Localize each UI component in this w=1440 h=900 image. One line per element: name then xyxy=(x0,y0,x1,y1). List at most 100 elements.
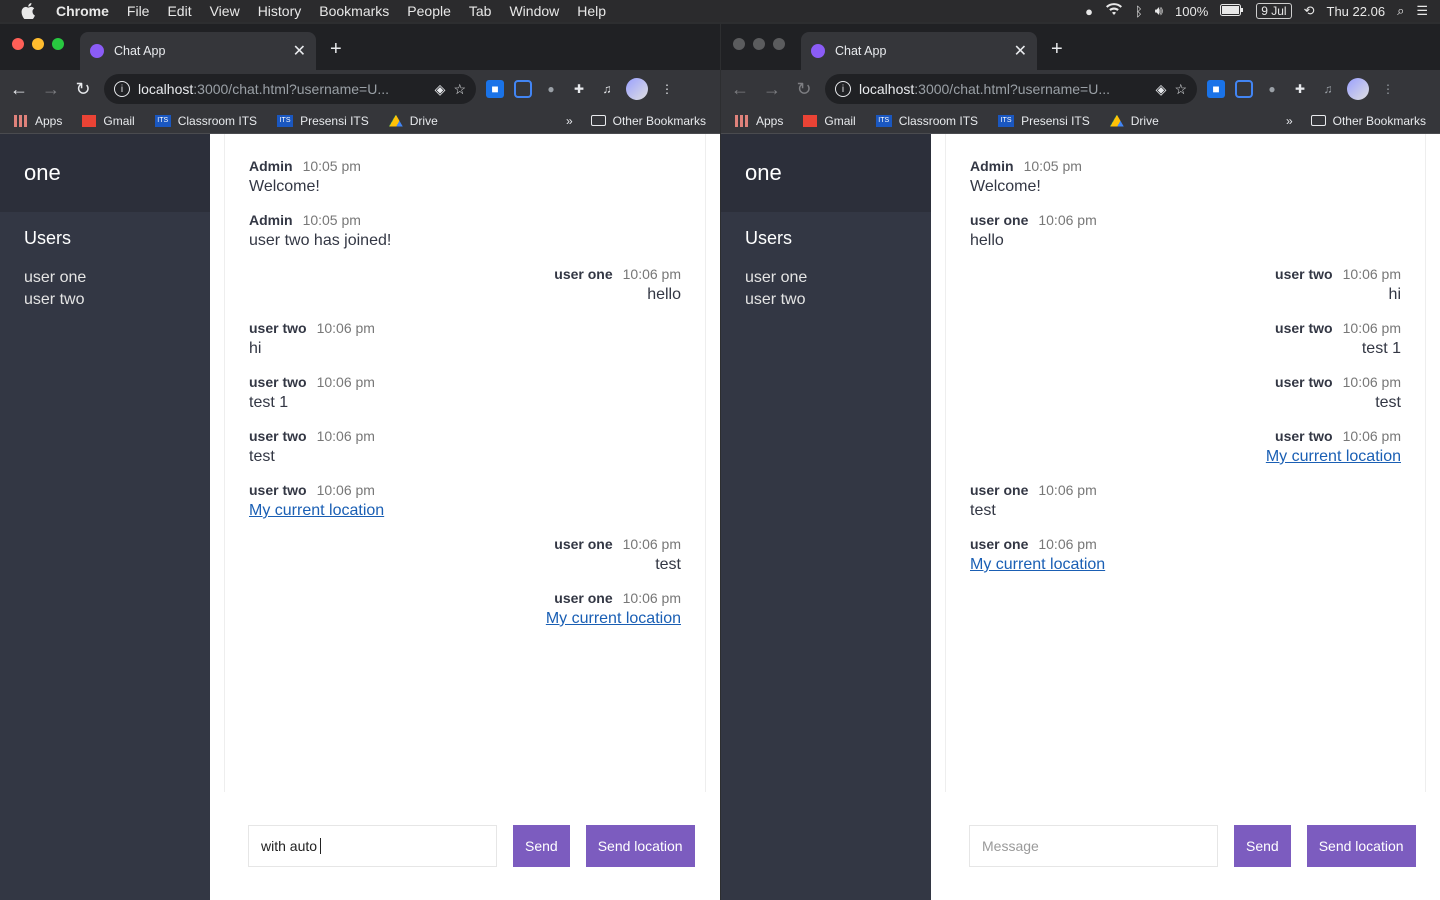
wifi-icon[interactable] xyxy=(1105,3,1123,19)
send-button[interactable]: Send xyxy=(513,825,570,867)
menu-history[interactable]: History xyxy=(249,3,311,19)
send-location-button[interactable]: Send location xyxy=(1306,825,1416,867)
forward-icon[interactable]: → xyxy=(40,79,62,100)
message-time: 10:05 pm xyxy=(302,212,361,228)
forward-icon[interactable]: → xyxy=(761,79,783,100)
location-link[interactable]: My current location xyxy=(1266,448,1401,465)
menu-people[interactable]: People xyxy=(398,3,460,19)
profile-avatar[interactable] xyxy=(626,78,648,100)
address-bar[interactable]: i localhost:3000/chat.html?username=U...… xyxy=(825,74,1197,104)
send-button[interactable]: Send xyxy=(1234,825,1291,867)
new-tab-icon[interactable]: + xyxy=(330,38,342,61)
date-badge[interactable]: 9 Jul xyxy=(1256,3,1292,19)
maximize-window-button[interactable] xyxy=(52,38,64,50)
menu-file[interactable]: File xyxy=(118,3,159,19)
record-icon[interactable]: ● xyxy=(1085,4,1093,19)
browser-toolbar: ← → ↻ i localhost:3000/chat.html?usernam… xyxy=(0,70,720,108)
messages-list[interactable]: Admin 10:05 pm Welcome! Admin 10:05 pm user t… xyxy=(224,134,706,792)
more-bookmarks-chevron-icon[interactable]: » xyxy=(1286,114,1293,128)
reload-icon[interactable]: ↻ xyxy=(72,79,94,100)
bookmark-other-folder[interactable]: Other Bookmarks xyxy=(590,114,706,128)
extensions-puzzle-icon[interactable]: ✚ xyxy=(1291,80,1309,98)
tab-close-icon[interactable]: ✕ xyxy=(1014,41,1027,61)
tab-close-icon[interactable]: ✕ xyxy=(293,41,306,61)
chrome-menu-icon[interactable]: ⋮ xyxy=(1379,80,1397,98)
spotlight-search-icon[interactable]: ⌕ xyxy=(1397,3,1404,19)
browser-tab[interactable]: Chat App ✕ xyxy=(801,32,1037,70)
message-author: user one xyxy=(970,212,1029,228)
volume-icon[interactable]: 🔊︎ xyxy=(1155,3,1163,19)
menu-app-name[interactable]: Chrome xyxy=(56,3,118,19)
minimize-window-button[interactable] xyxy=(32,38,44,50)
extension-icon[interactable]: ■ xyxy=(486,80,504,98)
location-link[interactable]: My current location xyxy=(546,610,681,627)
message-meta: user two 10:06 pm xyxy=(970,374,1401,390)
location-link[interactable]: My current location xyxy=(970,556,1105,573)
bookmark-star-icon[interactable]: ☆ xyxy=(453,81,466,98)
close-window-button[interactable] xyxy=(12,38,24,50)
maximize-window-button[interactable] xyxy=(773,38,785,50)
bookmark-drive[interactable]: Drive xyxy=(1109,114,1159,128)
extension-camera-icon[interactable] xyxy=(514,80,532,98)
bookmark-apps[interactable]: Apps xyxy=(14,114,62,128)
menu-edit[interactable]: Edit xyxy=(158,3,200,19)
chrome-menu-icon[interactable]: ⋮ xyxy=(658,80,676,98)
message-text: Welcome! xyxy=(970,178,1041,195)
browser-tab[interactable]: Chat App ✕ xyxy=(80,32,316,70)
bookmark-presensi-its[interactable]: ITS Presensi ITS xyxy=(277,114,369,128)
close-window-button[interactable] xyxy=(733,38,745,50)
bookmark-classroom-its[interactable]: ITS Classroom ITS xyxy=(154,114,257,128)
location-icon[interactable]: ◈ xyxy=(435,81,446,98)
messages-list[interactable]: Admin 10:05 pm Welcome! user one 10:06 pm hel… xyxy=(945,134,1426,792)
menu-view[interactable]: View xyxy=(201,3,249,19)
bluetooth-icon[interactable]: ᛒ xyxy=(1135,4,1143,19)
menu-help[interactable]: Help xyxy=(568,3,615,19)
extension-grey-icon[interactable]: ● xyxy=(1263,80,1281,98)
menu-window[interactable]: Window xyxy=(500,3,568,19)
new-tab-icon[interactable]: + xyxy=(1051,38,1063,61)
bookmark-apps[interactable]: Apps xyxy=(735,114,783,128)
bookmark-gmail[interactable]: Gmail xyxy=(803,114,856,128)
extension-camera-icon[interactable] xyxy=(1235,80,1253,98)
time-machine-icon[interactable]: ⟲ xyxy=(1304,3,1315,19)
extension-icon[interactable]: ■ xyxy=(1207,80,1225,98)
bookmark-other-folder[interactable]: Other Bookmarks xyxy=(1310,114,1426,128)
back-icon[interactable]: ← xyxy=(729,79,751,100)
bookmark-classroom-its[interactable]: ITS Classroom ITS xyxy=(875,114,978,128)
message-author: user one xyxy=(970,536,1029,552)
clock[interactable]: Thu 22.06 xyxy=(1327,4,1386,19)
reload-icon[interactable]: ↻ xyxy=(793,79,815,100)
message-author: user two xyxy=(1275,428,1333,444)
media-control-icon[interactable]: ♫ xyxy=(598,80,616,98)
extensions-puzzle-icon[interactable]: ✚ xyxy=(570,80,588,98)
notification-center-icon[interactable]: ☰ xyxy=(1416,3,1428,19)
bookmark-presensi-its[interactable]: ITS Presensi ITS xyxy=(998,114,1090,128)
compose-bar: with auto Send Send location xyxy=(224,792,720,900)
profile-avatar[interactable] xyxy=(1347,78,1369,100)
bookmark-gmail[interactable]: Gmail xyxy=(82,114,135,128)
browser-window-right: Chat App ✕ + ← → ↻ i localhost:3000/chat… xyxy=(721,24,1440,900)
back-icon[interactable]: ← xyxy=(8,79,30,100)
address-bar[interactable]: i localhost:3000/chat.html?username=U...… xyxy=(104,74,476,104)
users-list: user one user two xyxy=(0,267,210,311)
more-bookmarks-chevron-icon[interactable]: » xyxy=(566,114,573,128)
menu-bookmarks[interactable]: Bookmarks xyxy=(310,3,398,19)
menu-tab[interactable]: Tab xyxy=(460,3,501,19)
extension-grey-icon[interactable]: ● xyxy=(542,80,560,98)
location-icon[interactable]: ◈ xyxy=(1156,81,1167,98)
message-item: Admin 10:05 pm user two has joined! xyxy=(249,212,681,250)
message-input[interactable]: with auto xyxy=(248,825,497,867)
tab-title: Chat App xyxy=(835,44,887,58)
location-link[interactable]: My current location xyxy=(249,502,384,519)
bookmark-star-icon[interactable]: ☆ xyxy=(1174,81,1187,98)
message-input[interactable]: Message xyxy=(969,825,1218,867)
send-location-button[interactable]: Send location xyxy=(585,825,695,867)
site-info-icon[interactable]: i xyxy=(114,81,130,97)
apple-menu-icon[interactable] xyxy=(0,3,56,19)
minimize-window-button[interactable] xyxy=(753,38,765,50)
battery-icon[interactable] xyxy=(1220,3,1244,19)
media-control-icon[interactable]: ♫ xyxy=(1319,80,1337,98)
browser-window-left: Chat App ✕ + ← → ↻ i localhost:3000/chat… xyxy=(0,24,720,900)
site-info-icon[interactable]: i xyxy=(835,81,851,97)
bookmark-drive[interactable]: Drive xyxy=(388,114,438,128)
